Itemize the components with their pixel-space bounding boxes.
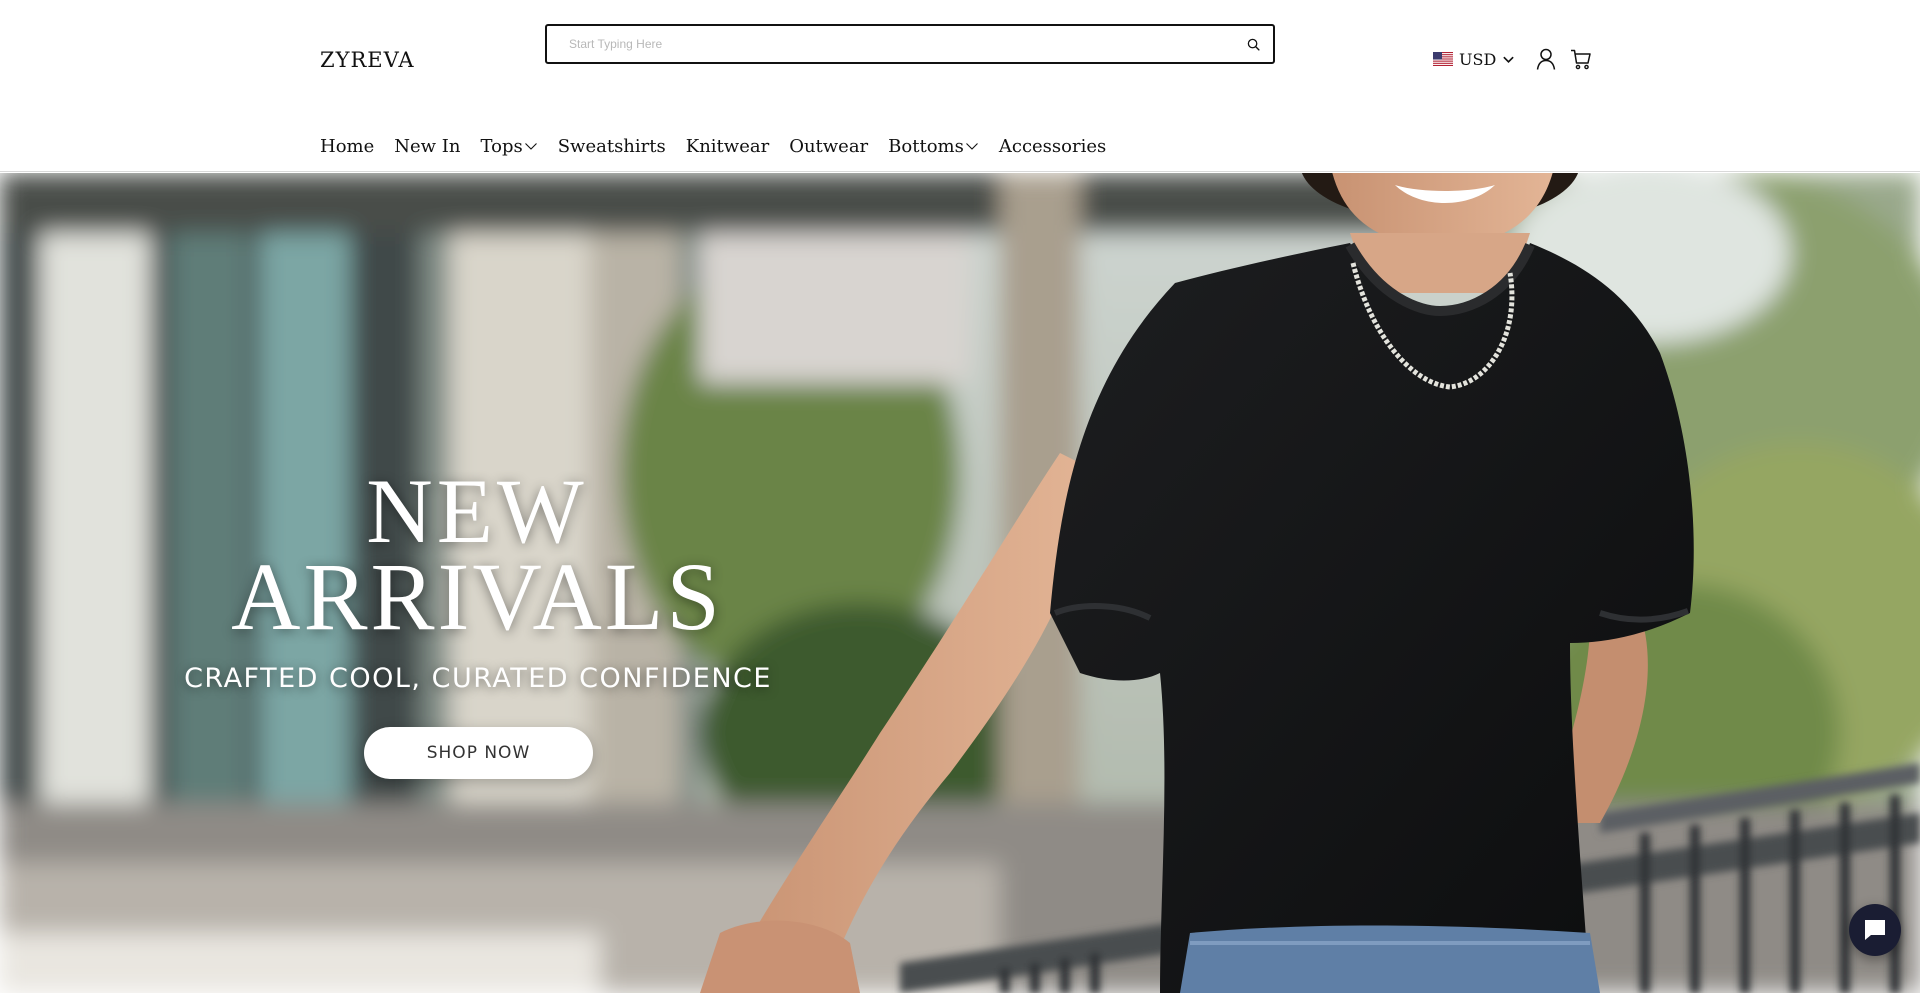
cart-icon[interactable] [1570,47,1592,71]
shop-now-button[interactable]: SHOP NOW [364,727,593,779]
nav-item-new-in[interactable]: New In [394,136,460,157]
nav-item-sweatshirts[interactable]: Sweatshirts [558,136,666,157]
hero-title-line-2: ARRIVALS [231,543,723,650]
nav-item-label: Sweatshirts [557,135,666,157]
us-flag-icon [1433,52,1453,66]
nav-item-tops[interactable]: Tops [481,136,538,157]
site-logo[interactable]: ZYREVA [320,48,415,72]
chevron-down-icon [965,143,978,150]
chat-bubble-icon [1865,920,1885,940]
chevron-down-icon [1503,56,1515,63]
nav-item-label: Accessories [998,135,1107,157]
nav-item-label: Knitwear [685,135,770,157]
nav-item-label: Bottoms [888,135,964,157]
nav-item-label: Tops [480,135,523,157]
search-box [545,24,1275,64]
site-header: ZYREVA USD Home New In Tops Sweatshirts … [0,0,1920,172]
currency-label: USD [1459,49,1497,69]
nav-item-knitwear[interactable]: Knitwear [686,136,769,157]
hero-text-block: NEW ARRIVALS CRAFTED COOL, CURATED CONFI… [0,173,960,993]
main-nav: Home New In Tops Sweatshirts Knitwear Ou… [320,131,1126,161]
hero-subtitle: CRAFTED COOL, CURATED CONFIDENCE [184,663,772,694]
account-icon[interactable] [1535,47,1557,71]
chevron-down-icon [524,143,537,150]
nav-item-bottoms[interactable]: Bottoms [888,136,979,157]
nav-item-accessories[interactable]: Accessories [999,136,1106,157]
nav-item-label: New In [394,135,461,157]
search-icon[interactable] [1243,34,1263,54]
nav-item-outwear[interactable]: Outwear [789,136,868,157]
currency-selector[interactable]: USD [1433,48,1515,70]
chat-button[interactable] [1849,904,1901,956]
nav-item-home[interactable]: Home [320,136,374,157]
nav-item-label: Outwear [789,135,869,157]
search-input[interactable] [547,26,1227,62]
nav-item-label: Home [320,135,375,157]
hero-banner: NEW ARRIVALS CRAFTED COOL, CURATED CONFI… [0,173,1920,993]
